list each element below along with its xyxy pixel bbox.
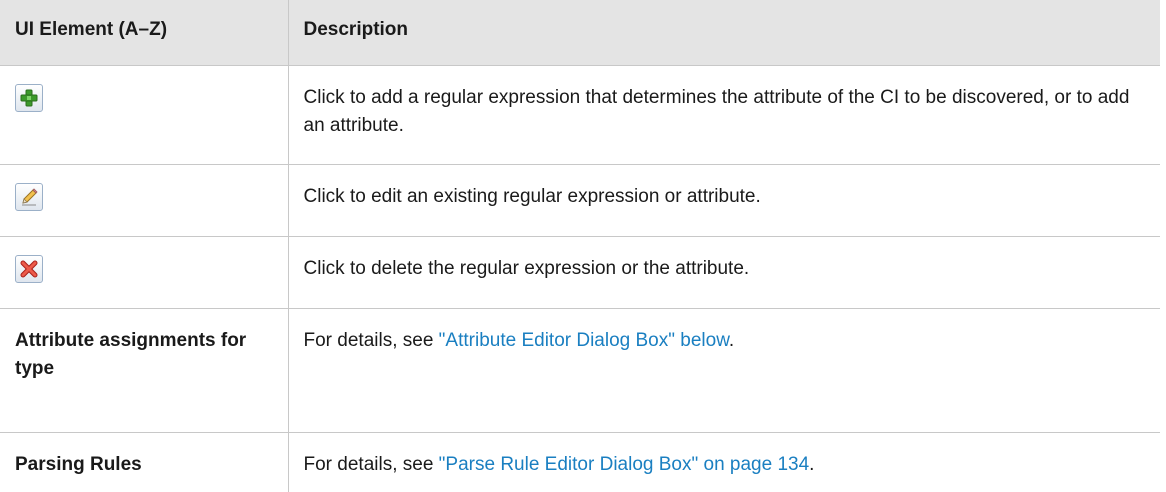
delete-icon [15,254,43,283]
details-suffix: . [728,329,735,351]
parse-rule-editor-link[interactable]: "Parse Rule Editor Dialog Box" on page 1… [439,454,810,475]
element-name-attribute-assignments: Attribute assignments for type [0,307,289,433]
element-name-parsing-rules: Parsing Rules [0,431,289,492]
table-row-add: Click to add a regular expression that d… [0,64,1160,165]
column-header-ui-element: UI Element (A–Z) [0,0,289,66]
description-add: Click to add a regular expression that d… [287,64,1160,165]
add-icon [15,83,43,112]
cell-delete-icon [0,235,289,309]
cell-edit-icon [0,163,289,237]
table-header-row: UI Element (A–Z) Description [0,0,1160,66]
table-row-attribute-assignments: Attribute assignments for type For detai… [0,307,1160,433]
table-row-edit: Click to edit an existing regular expres… [0,163,1160,237]
details-prefix: For details, see [303,453,439,475]
details-suffix: . [809,453,815,475]
edit-pencil-icon [15,182,43,211]
table-row-delete: Click to delete the regular expression o… [0,235,1160,309]
attribute-editor-link[interactable]: "Attribute Editor Dialog Box" below [439,330,729,351]
cell-add-icon [0,64,289,165]
description-parsing-rules: For details, see "Parse Rule Editor Dial… [287,431,1160,492]
column-header-description: Description [287,0,1160,66]
ui-elements-table: UI Element (A–Z) Description Click to ad… [0,0,1160,492]
description-delete: Click to delete the regular expression o… [287,235,1160,309]
description-attribute-assignments: For details, see "Attribute Editor Dialo… [287,307,1160,433]
details-prefix: For details, see [303,329,439,351]
table-row-parsing-rules: Parsing Rules For details, see "Parse Ru… [0,431,1160,492]
description-edit: Click to edit an existing regular expres… [287,163,1160,237]
